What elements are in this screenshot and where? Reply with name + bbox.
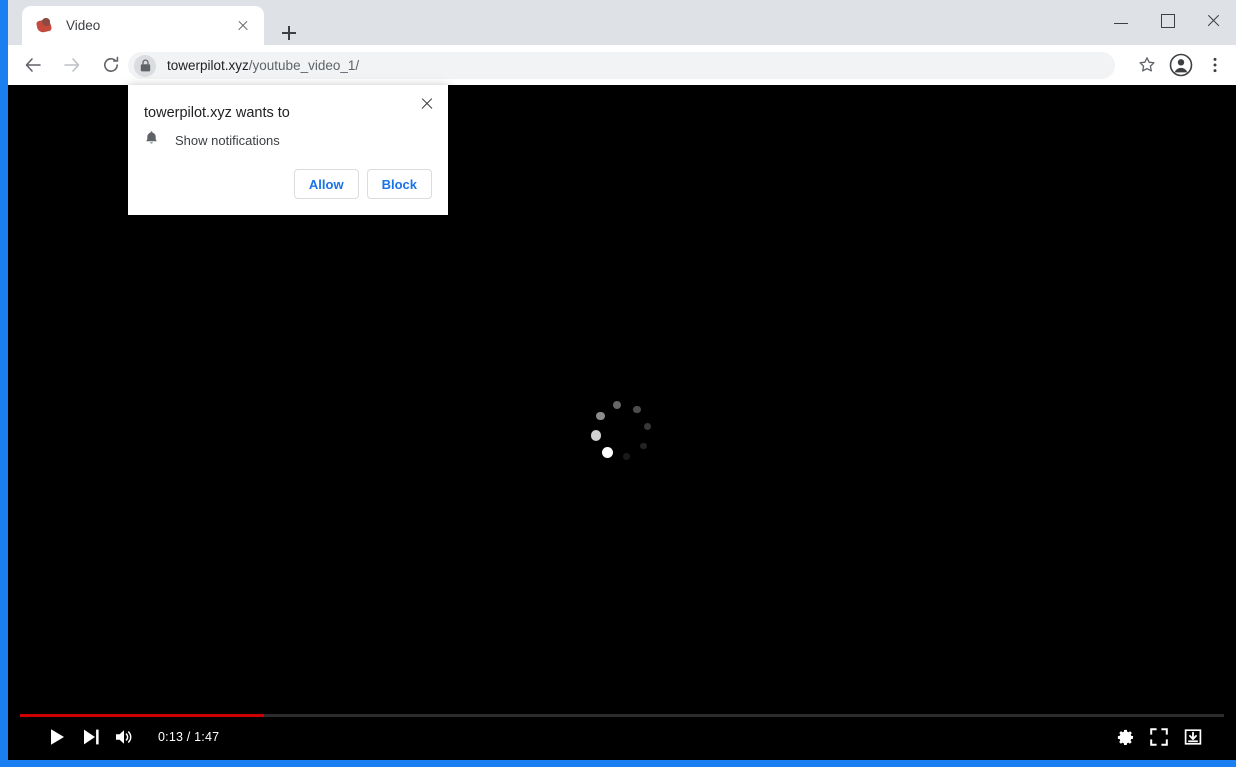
minimize-button[interactable] (1098, 0, 1144, 38)
desktop-window-frame: Video towerpilot.xyz/youtube_video_1/ 0:… (0, 0, 1236, 767)
three-dot-menu-icon[interactable] (1200, 50, 1230, 80)
browser-toolbar: towerpilot.xyz/youtube_video_1/ (8, 45, 1236, 85)
close-tab-icon[interactable] (232, 15, 254, 37)
loading-spinner (588, 397, 656, 465)
close-window-button[interactable] (1190, 0, 1236, 38)
reload-button[interactable] (97, 51, 125, 79)
permission-label: Show notifications (175, 133, 280, 148)
spinner-dot (639, 442, 647, 450)
volume-button[interactable] (108, 722, 142, 752)
block-button[interactable]: Block (366, 169, 432, 199)
download-button[interactable] (1176, 722, 1210, 752)
spinner-dot (623, 453, 630, 460)
spinner-dot (613, 401, 622, 410)
forward-button[interactable] (58, 51, 86, 79)
dialog-buttons: Allow Block (286, 169, 432, 199)
next-track-button[interactable] (74, 722, 108, 752)
video-favicon (35, 17, 53, 34)
address-bar[interactable]: towerpilot.xyz/youtube_video_1/ (128, 52, 1115, 79)
maximize-button[interactable] (1144, 0, 1190, 38)
url-path: /youtube_video_1/ (248, 58, 360, 73)
video-progress-bar[interactable] (20, 714, 1224, 717)
player-left-controls: 0:13 / 1:47 (40, 722, 219, 752)
fullscreen-button[interactable] (1142, 722, 1176, 752)
profile-avatar-icon[interactable] (1166, 50, 1196, 80)
tab-strip: Video (8, 0, 1236, 45)
tab-title: Video (66, 18, 101, 33)
dialog-title: towerpilot.xyz wants to (144, 105, 290, 121)
new-tab-button[interactable] (276, 20, 302, 46)
browser-tab-video[interactable]: Video (22, 6, 264, 45)
url-host: towerpilot.xyz (167, 58, 249, 73)
time-display: 0:13 / 1:47 (158, 730, 220, 744)
video-player-controls: 0:13 / 1:47 (8, 705, 1236, 760)
window-controls (1098, 0, 1236, 45)
url-text: towerpilot.xyz/youtube_video_1/ (167, 58, 359, 73)
spinner-dot (601, 446, 613, 458)
back-button[interactable] (19, 51, 47, 79)
spinner-dot (633, 405, 641, 414)
allow-button[interactable]: Allow (293, 169, 359, 199)
permission-row: Show notifications (144, 130, 280, 151)
spinner-dot (596, 411, 606, 421)
spinner-dot (591, 430, 602, 441)
player-right-controls (1108, 722, 1210, 752)
notification-permission-dialog: towerpilot.xyz wants to Show notificatio… (128, 85, 448, 215)
play-button[interactable] (40, 722, 74, 752)
settings-gear-button[interactable] (1108, 722, 1142, 752)
bell-icon (144, 130, 159, 151)
bookmark-star-icon[interactable] (1132, 50, 1162, 80)
lock-icon[interactable] (134, 54, 156, 77)
video-progress-fill (20, 714, 265, 717)
spinner-dot (644, 422, 652, 431)
toolbar-right-icons (1130, 50, 1232, 80)
browser-window: Video towerpilot.xyz/youtube_video_1/ 0:… (8, 0, 1236, 760)
close-dialog-icon[interactable] (414, 91, 440, 117)
